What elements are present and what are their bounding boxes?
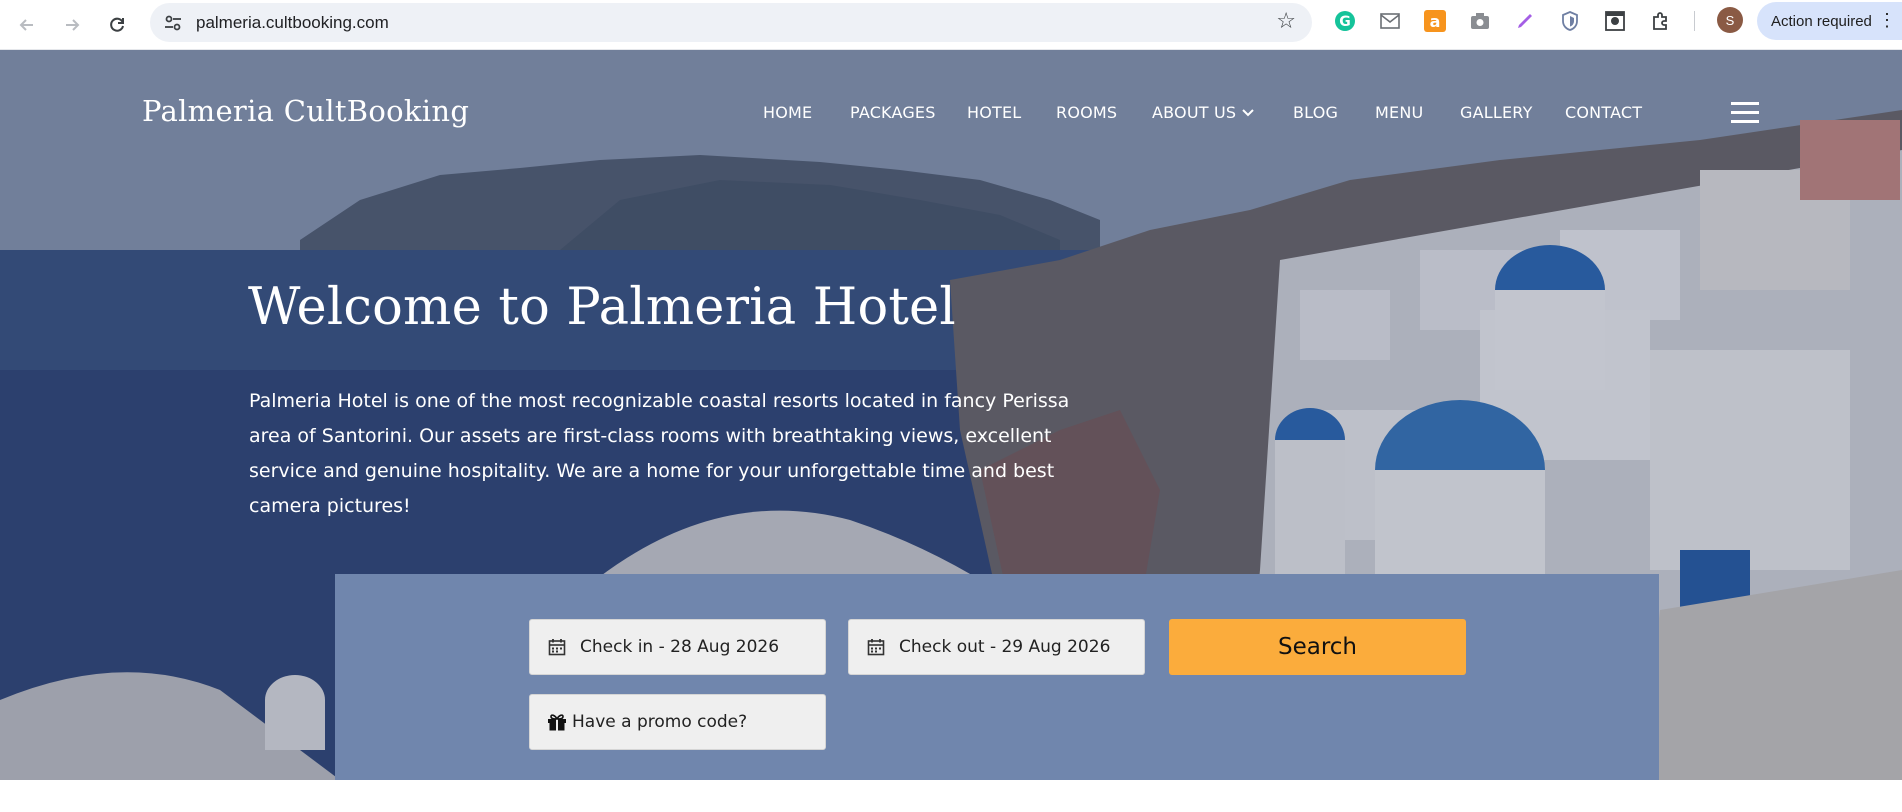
site-settings-icon[interactable] <box>162 12 184 34</box>
nav-item-home[interactable]: HOME <box>763 103 812 122</box>
hamburger-menu-icon[interactable] <box>1731 102 1759 126</box>
puzzle-icon[interactable] <box>1649 9 1673 33</box>
nav-item-packages[interactable]: PACKAGES <box>850 103 936 122</box>
hero-section: Palmeria CultBooking HOME PACKAGES HOTEL… <box>0 50 1902 780</box>
calendar-icon <box>546 636 568 658</box>
bookmark-star-icon[interactable]: ☆ <box>1276 10 1296 34</box>
promo-code-label: Have a promo code? <box>572 712 748 732</box>
reload-icon <box>110 17 124 32</box>
url-text[interactable]: palmeria.cultbooking.com <box>196 13 389 33</box>
nav-item-contact[interactable]: CONTACT <box>1565 103 1642 122</box>
toolbar-divider <box>1694 11 1695 31</box>
promo-code-field[interactable]: Have a promo code? <box>529 694 826 750</box>
camera-icon[interactable] <box>1468 9 1492 33</box>
action-required-button[interactable]: Action required ⋮ <box>1757 2 1902 40</box>
mail-icon[interactable] <box>1378 9 1402 33</box>
hero-description: Palmeria Hotel is one of the most recogn… <box>249 390 1070 517</box>
check-out-field[interactable]: Check out - 29 Aug 2026 <box>848 619 1145 675</box>
address-bar[interactable]: palmeria.cultbooking.com ☆ <box>150 3 1312 42</box>
reload-button[interactable] <box>100 8 134 42</box>
search-button[interactable]: Search <box>1169 619 1466 675</box>
nav-item-rooms[interactable]: ROOMS <box>1056 103 1117 122</box>
nav-item-about-us[interactable]: ABOUT US <box>1152 103 1254 122</box>
shield-icon[interactable] <box>1558 9 1582 33</box>
hero-title: Welcome to Palmeria Hotel <box>248 278 956 337</box>
booking-panel: Check in - 28 Aug 2026 Check out - 29 Au… <box>335 574 1659 780</box>
main-navigation: HOME PACKAGES HOTEL ROOMS ABOUT US BLOG … <box>0 103 1902 133</box>
nav-item-hotel[interactable]: HOTEL <box>967 103 1021 122</box>
grammarly-icon[interactable]: G <box>1333 9 1357 33</box>
calendar-icon <box>865 636 887 658</box>
action-required-label: Action required <box>1771 12 1872 30</box>
chevron-down-icon <box>1242 109 1254 117</box>
check-out-value: Check out - 29 Aug 2026 <box>899 637 1111 657</box>
pen-icon[interactable] <box>1513 9 1537 33</box>
back-button[interactable] <box>10 8 44 42</box>
nav-item-gallery[interactable]: GALLERY <box>1460 103 1533 122</box>
nav-item-about-us-label: ABOUT US <box>1152 103 1237 122</box>
more-menu-icon[interactable]: ⋮ <box>1878 10 1896 30</box>
gift-icon <box>546 711 568 733</box>
browser-toolbar: palmeria.cultbooking.com ☆ G a S Action … <box>0 0 1902 50</box>
nav-item-blog[interactable]: BLOG <box>1293 103 1338 122</box>
check-in-value: Check in - 28 Aug 2026 <box>580 637 780 657</box>
arrow-left-icon <box>19 19 33 31</box>
svg-text:G: G <box>1339 14 1351 30</box>
nav-item-menu[interactable]: MENU <box>1375 103 1423 122</box>
arrow-right-icon <box>66 19 80 31</box>
check-in-field[interactable]: Check in - 28 Aug 2026 <box>529 619 826 675</box>
screenshot-icon[interactable] <box>1603 9 1627 33</box>
svg-text:a: a <box>1430 12 1441 31</box>
profile-avatar[interactable]: S <box>1717 7 1743 33</box>
forward-button[interactable] <box>55 8 89 42</box>
amazon-icon[interactable]: a <box>1423 9 1447 33</box>
